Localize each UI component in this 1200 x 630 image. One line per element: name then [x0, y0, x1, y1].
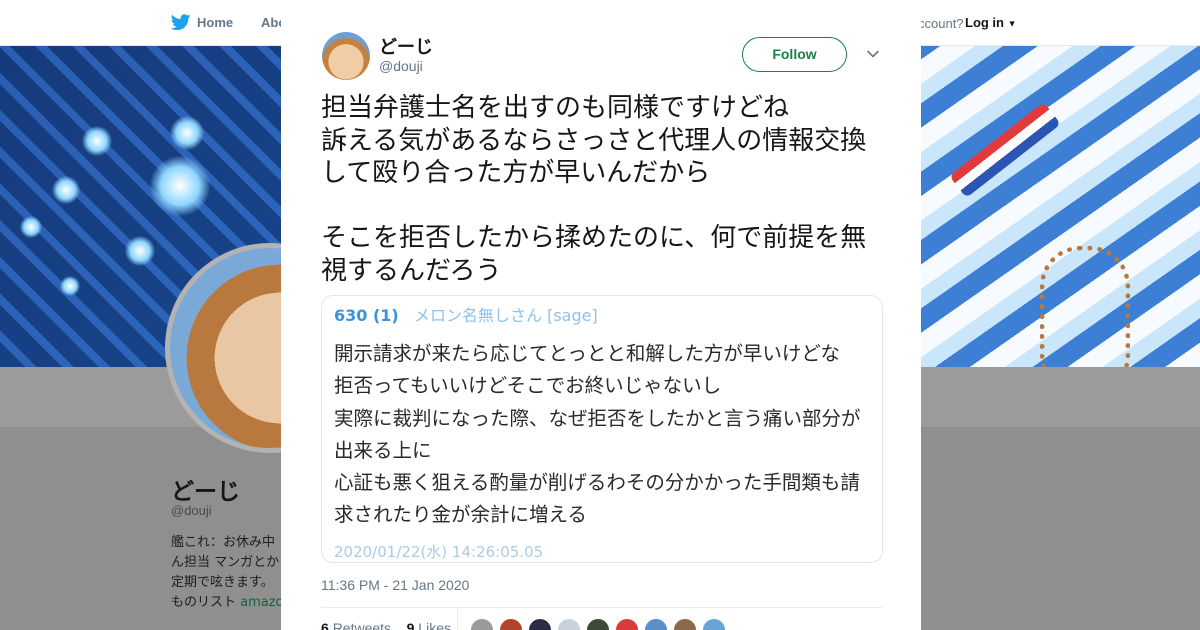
follow-button[interactable]: Follow — [742, 37, 847, 72]
stage-light — [82, 126, 112, 156]
post-header: 630 (1) メロン名無しさん [sage] — [334, 302, 598, 326]
post-number: 630 (1) — [334, 306, 399, 325]
post-body: 開示請求が来たら応じてとっとと和解した方が早いけどな 拒否ってもいいけどそこでお… — [334, 342, 861, 527]
stage-light — [170, 116, 204, 150]
profile-bio: 艦これ：お休み中 ん担当 マンガとか 定期で呟きます。 ものリスト amazo — [171, 533, 286, 613]
liker-avatar[interactable] — [615, 618, 639, 630]
liker-avatar[interactable] — [644, 618, 668, 630]
liker-avatar[interactable] — [499, 618, 523, 630]
retweets-label[interactable]: Retweets — [333, 620, 391, 630]
divider — [321, 607, 882, 608]
retweets-count: 6 — [321, 620, 329, 630]
liker-avatar[interactable] — [673, 618, 697, 630]
poster-name: メロン名無しさん [sage] — [414, 306, 598, 325]
stage-light — [60, 276, 80, 296]
stage-light — [125, 236, 155, 266]
stage-light — [20, 216, 42, 238]
tweet-timestamp[interactable]: 11:36 PM - 21 Jan 2020 — [321, 577, 469, 593]
chevron-down-icon: ▼ — [1007, 18, 1017, 29]
login-label: Log in — [965, 15, 1004, 30]
banner-bead-chain — [1040, 246, 1130, 367]
post-date: 2020/01/22(水) 14:26:05.05 — [334, 543, 544, 561]
login-link[interactable]: Log in ▼ — [965, 15, 1017, 30]
nav-home-link[interactable]: Home — [197, 15, 233, 30]
tweet-author-handle[interactable]: @douji — [379, 58, 423, 74]
bio-line: 定期で呟きます。 — [171, 575, 274, 590]
profile-name: どーじ — [171, 479, 240, 505]
tweet-text: 担当弁護士名を出すのも同様ですけどね 訴える気があるならさっさと代理人の情報交換… — [321, 93, 867, 286]
twitter-bird-icon[interactable] — [171, 14, 191, 31]
liker-avatar[interactable] — [470, 618, 494, 630]
close-icon[interactable] — [1154, 12, 1178, 36]
liker-avatar[interactable] — [528, 618, 552, 630]
liker-avatar[interactable] — [586, 618, 610, 630]
stats-separator — [457, 608, 458, 630]
bio-line: ん担当 マンガとか — [171, 555, 280, 570]
tweet-modal: どーじ @douji Follow 担当弁護士名を出すのも同様ですけどね 訴える… — [281, 0, 921, 630]
liker-avatar[interactable] — [702, 618, 726, 630]
profile-handle[interactable]: @douji — [171, 503, 212, 518]
bio-amazon-link[interactable]: amazo — [240, 595, 283, 610]
chevron-down-icon[interactable] — [865, 46, 881, 62]
stage-light — [150, 156, 210, 216]
tweet-author-name[interactable]: どーじ — [379, 33, 433, 59]
likes-count: 9 — [406, 620, 415, 630]
tweet-attached-image[interactable]: 630 (1) メロン名無しさん [sage] 開示請求が来たら応じてとっとと和… — [321, 295, 883, 563]
account-question-text: ccount? — [918, 16, 964, 31]
likes-label[interactable]: Likes — [418, 620, 451, 630]
bio-line: 艦これ：お休み中 — [171, 535, 276, 550]
tweet-author-avatar[interactable] — [322, 32, 370, 80]
bio-line-text: ものリスト — [171, 595, 241, 610]
tweet-stats: 6 Retweets 9 Likes — [321, 620, 451, 630]
bio-line: ものリスト amazo — [171, 593, 286, 613]
liker-avatar[interactable] — [557, 618, 581, 630]
stage-light — [52, 176, 80, 204]
